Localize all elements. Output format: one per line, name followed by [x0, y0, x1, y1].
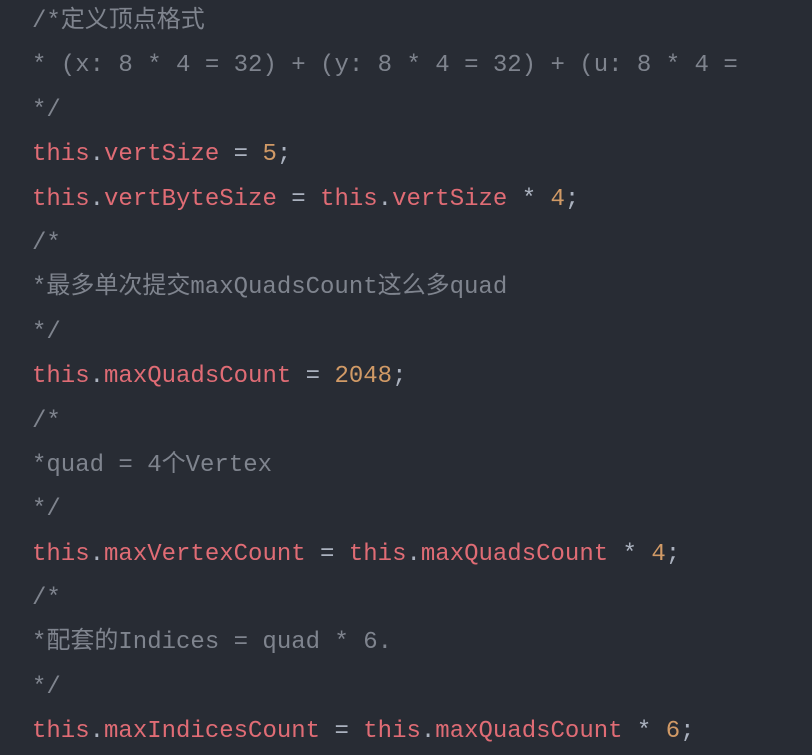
- keyword-this: this: [32, 141, 90, 168]
- semicolon: ;: [666, 541, 680, 568]
- code-line: */: [32, 89, 780, 133]
- dot: .: [421, 718, 435, 745]
- code-line: this.maxVertexCount = this.maxQuadsCount…: [32, 533, 780, 577]
- dot: .: [406, 541, 420, 568]
- code-line: */: [32, 666, 780, 710]
- number: 5: [262, 141, 276, 168]
- operator: =: [306, 541, 349, 568]
- property: maxIndicesCount: [104, 718, 320, 745]
- keyword-this: this: [32, 186, 90, 213]
- operator: *: [623, 718, 666, 745]
- code-line: * (x: 8 * 4 = 32) + (y: 8 * 4 = 32) + (u…: [32, 44, 780, 88]
- property: vertByteSize: [104, 186, 277, 213]
- comment: *最多单次提交maxQuadsCount这么多quad: [32, 274, 507, 301]
- code-line: *配套的Indices = quad * 6.: [32, 621, 780, 665]
- operator: *: [507, 186, 550, 213]
- code-line: */: [32, 311, 780, 355]
- code-line: this.vertByteSize = this.vertSize * 4;: [32, 178, 780, 222]
- operator: =: [320, 718, 363, 745]
- code-editor[interactable]: /*定义顶点格式 * (x: 8 * 4 = 32) + (y: 8 * 4 =…: [32, 0, 780, 755]
- property: maxQuadsCount: [104, 363, 291, 390]
- number: 4: [551, 186, 565, 213]
- dot: .: [90, 718, 104, 745]
- keyword-this: this: [363, 718, 421, 745]
- keyword-this: this: [32, 541, 90, 568]
- comment: /*: [32, 585, 61, 612]
- comment: /*: [32, 230, 61, 257]
- comment: *配套的Indices = quad * 6.: [32, 629, 392, 656]
- semicolon: ;: [277, 141, 291, 168]
- code-line: /*定义顶点格式: [32, 0, 780, 44]
- operator: =: [291, 363, 334, 390]
- property: vertSize: [392, 186, 507, 213]
- code-line: this.vertSize = 5;: [32, 133, 780, 177]
- keyword-this: this: [320, 186, 378, 213]
- operator: =: [219, 141, 262, 168]
- semicolon: ;: [680, 718, 694, 745]
- code-line: /*: [32, 577, 780, 621]
- property: maxQuadsCount: [421, 541, 608, 568]
- dot: .: [90, 363, 104, 390]
- code-line: this.maxIndicesCount = this.maxQuadsCoun…: [32, 710, 780, 754]
- dot: .: [378, 186, 392, 213]
- property: maxVertexCount: [104, 541, 306, 568]
- operator: *: [608, 541, 651, 568]
- property: vertSize: [104, 141, 219, 168]
- code-line: /*: [32, 222, 780, 266]
- comment: * (x: 8 * 4 = 32) + (y: 8 * 4 = 32) + (u…: [32, 52, 738, 79]
- dot: .: [90, 186, 104, 213]
- code-line: *最多单次提交maxQuadsCount这么多quad: [32, 266, 780, 310]
- number: 6: [666, 718, 680, 745]
- number: 4: [651, 541, 665, 568]
- keyword-this: this: [349, 541, 407, 568]
- dot: .: [90, 541, 104, 568]
- comment: /*: [32, 408, 61, 435]
- comment: /*定义顶点格式: [32, 8, 205, 35]
- comment: */: [32, 674, 61, 701]
- comment: *quad = 4个Vertex: [32, 452, 272, 479]
- comment: */: [32, 97, 61, 124]
- code-line: /*: [32, 400, 780, 444]
- comment: */: [32, 319, 61, 346]
- keyword-this: this: [32, 363, 90, 390]
- dot: .: [90, 141, 104, 168]
- property: maxQuadsCount: [435, 718, 622, 745]
- semicolon: ;: [565, 186, 579, 213]
- code-line: */: [32, 488, 780, 532]
- semicolon: ;: [392, 363, 406, 390]
- number: 2048: [334, 363, 392, 390]
- operator: =: [277, 186, 320, 213]
- code-line: this.maxQuadsCount = 2048;: [32, 355, 780, 399]
- keyword-this: this: [32, 718, 90, 745]
- code-line: *quad = 4个Vertex: [32, 444, 780, 488]
- comment: */: [32, 496, 61, 523]
